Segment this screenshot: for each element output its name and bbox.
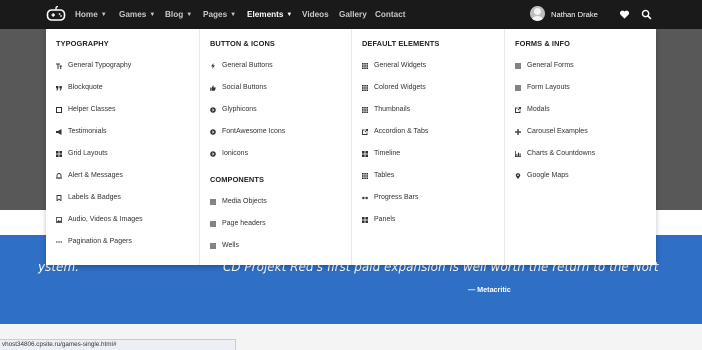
nav-elements[interactable]: Elements ▼ bbox=[247, 0, 292, 29]
grid-icon bbox=[362, 107, 368, 113]
menu-column-default-elements: DEFAULT ELEMENTS General Widgets Colored… bbox=[351, 29, 504, 265]
arrows-horizontal-icon bbox=[362, 196, 368, 200]
section-heading: DEFAULT ELEMENTS bbox=[362, 39, 440, 48]
grid-icon bbox=[56, 151, 62, 157]
ellipsis-icon bbox=[56, 241, 62, 243]
grid-icon bbox=[362, 63, 368, 69]
bookmark-icon bbox=[56, 195, 62, 201]
chevron-down-icon: ▼ bbox=[286, 12, 293, 18]
circle-icon bbox=[210, 107, 216, 113]
chevron-down-icon: ▼ bbox=[100, 12, 107, 18]
list-icon bbox=[210, 199, 216, 205]
heart-icon[interactable] bbox=[619, 9, 630, 20]
chevron-down-icon: ▼ bbox=[230, 12, 237, 18]
bolt-icon bbox=[211, 63, 215, 69]
list-icon bbox=[210, 221, 216, 227]
circle-icon bbox=[210, 129, 216, 135]
browser-status-bar: vhost34806.cpsite.ru/games-single.html# bbox=[0, 339, 236, 350]
list-icon bbox=[515, 85, 521, 91]
menu-column-buttons-components: BUTTON & ICONS General Buttons Social Bu… bbox=[199, 29, 351, 265]
gamepad-logo-icon[interactable] bbox=[46, 5, 66, 23]
nav-pages[interactable]: Pages ▼ bbox=[203, 0, 236, 29]
thumbs-up-icon bbox=[210, 85, 216, 91]
map-marker-icon bbox=[515, 173, 521, 179]
nav-videos[interactable]: Videos bbox=[302, 0, 329, 29]
section-heading: TYPOGRAPHY bbox=[56, 39, 109, 48]
square-outline-icon bbox=[56, 107, 62, 113]
move-icon bbox=[515, 129, 521, 135]
avatar[interactable] bbox=[530, 6, 545, 21]
nav-gallery[interactable]: Gallery bbox=[339, 0, 367, 29]
list-icon bbox=[210, 243, 216, 249]
user-name[interactable]: Nathan Drake bbox=[551, 0, 598, 29]
circle-icon bbox=[210, 151, 216, 157]
bell-icon bbox=[56, 173, 62, 179]
elements-mega-menu: TYPOGRAPHY General Typography Blockquote… bbox=[46, 29, 656, 265]
grid-icon bbox=[362, 173, 368, 179]
grid-icon bbox=[362, 217, 368, 223]
external-link-icon bbox=[515, 107, 521, 113]
nav-blog[interactable]: Blog ▼ bbox=[165, 0, 192, 29]
image-icon bbox=[56, 217, 62, 223]
nav-home[interactable]: Home ▼ bbox=[75, 0, 107, 29]
section-heading: BUTTON & ICONS bbox=[210, 39, 275, 48]
nav-contact[interactable]: Contact bbox=[375, 0, 405, 29]
grid-icon bbox=[362, 151, 368, 157]
external-link-icon bbox=[362, 129, 368, 135]
section-heading: FORMS & INFO bbox=[515, 39, 570, 48]
chevron-down-icon: ▼ bbox=[149, 12, 156, 18]
grid-icon bbox=[362, 85, 368, 91]
menu-column-forms-info: FORMS & INFO General Forms Form Layouts … bbox=[504, 29, 656, 265]
search-icon[interactable] bbox=[641, 9, 652, 20]
nav-games[interactable]: Games ▼ bbox=[119, 0, 155, 29]
quote-icon bbox=[56, 86, 62, 91]
bullhorn-icon bbox=[56, 129, 62, 135]
menu-column-typography: TYPOGRAPHY General Typography Blockquote… bbox=[56, 39, 143, 245]
chevron-down-icon: ▼ bbox=[186, 12, 193, 18]
text-size-icon bbox=[56, 63, 62, 69]
top-navbar: Home ▼ Games ▼ Blog ▼ Pages ▼ Elements ▼ Vide… bbox=[0, 0, 702, 29]
quote-source: — Metacritic bbox=[468, 285, 511, 294]
bar-chart-icon bbox=[515, 151, 521, 157]
list-icon bbox=[515, 63, 521, 69]
section-heading: COMPONENTS bbox=[210, 175, 264, 184]
